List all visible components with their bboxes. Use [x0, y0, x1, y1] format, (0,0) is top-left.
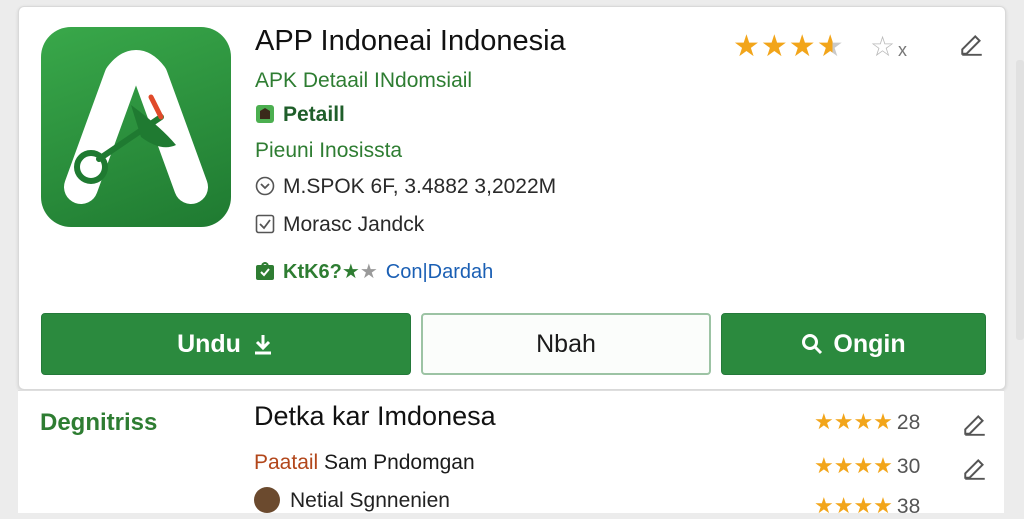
empty-star-icon[interactable]: ☆ — [870, 31, 896, 62]
subtitle-brand: Paatail — [254, 451, 319, 474]
scrollbar[interactable] — [1016, 60, 1024, 340]
app-title: APP Indoneai Indonesia — [255, 25, 566, 57]
star-icon: ★★★ — [733, 30, 817, 63]
related-rating-2: ★★★★ 30 — [814, 453, 920, 479]
download-count-icon — [255, 176, 275, 196]
related-item-subtitle[interactable]: Paatail Sam Pndomgan — [254, 451, 475, 475]
middle-label: Nbah — [536, 329, 596, 358]
edit-icon[interactable] — [962, 455, 988, 481]
meta-text: M.SPOK 6F, 3.4882 3,2022M — [283, 175, 557, 198]
app-logo-icon — [41, 27, 231, 227]
rating-x: x — [898, 40, 909, 60]
app-category[interactable]: Petaill — [255, 103, 345, 127]
badge-star-icon: ★ — [341, 261, 360, 283]
half-star-icon: ★ — [816, 30, 845, 63]
download-button[interactable]: Undu — [41, 313, 411, 375]
star-icon: ★★★★ — [814, 453, 893, 478]
rating-count: 30 — [896, 455, 921, 478]
related-item-title[interactable]: Detka kar Imdonesa — [254, 401, 496, 432]
edit-icon[interactable] — [962, 411, 988, 437]
app-rating-info: Morasc Jandck — [255, 213, 424, 237]
category-icon — [255, 104, 275, 124]
category-label: Petaill — [283, 103, 345, 126]
related-rating-1: ★★★★ 28 — [814, 409, 920, 435]
verified-bag-icon — [255, 261, 275, 281]
badge-empty-star-icon: ★ — [359, 261, 378, 283]
author-name: Netial Sgnnenien — [290, 489, 450, 512]
app-rating-stars: ★★★★ ☆ x — [733, 29, 908, 64]
related-rating-3: ★★★★ 38 — [814, 493, 920, 519]
section-label: Degnitriss — [40, 409, 158, 436]
app-meta: M.SPOK 6F, 3.4882 3,2022M — [255, 175, 556, 199]
rating-count: 38 — [896, 495, 921, 518]
app-badge-row: KtK6?★★ Con|Dardah — [255, 259, 493, 284]
badge-text: KtK6? — [283, 261, 342, 283]
subtitle-rest: Sam Pndomgan — [318, 451, 475, 474]
search-icon — [802, 334, 823, 355]
search-button[interactable]: Ongin — [721, 313, 986, 375]
star-icon: ★★★★ — [814, 493, 893, 518]
rating-count: 28 — [896, 411, 921, 434]
download-label: Undu — [177, 329, 241, 358]
checkbox-icon — [255, 214, 275, 234]
avatar — [254, 487, 280, 513]
edit-icon[interactable] — [959, 31, 985, 57]
related-section: Degnitriss Detka kar Imdonesa ★★★★ 28 Paa… — [18, 390, 1004, 518]
download-icon — [254, 335, 271, 355]
search-label: Ongin — [833, 329, 906, 358]
app-subtitle: APK Detaail INdomsiail — [255, 69, 473, 92]
app-publisher[interactable]: Pieuni Inosissta — [255, 139, 402, 163]
rating-info-text: Morasc Jandck — [283, 213, 425, 236]
middle-button[interactable]: Nbah — [421, 313, 711, 375]
badge-link[interactable]: Con|Dardah — [386, 261, 493, 283]
app-card: APP Indoneai Indonesia ★★★★ ☆ x APK Detaa… — [18, 6, 1006, 390]
related-item-author[interactable]: Netial Sgnnenien — [254, 487, 450, 513]
star-icon: ★★★★ — [814, 409, 893, 434]
